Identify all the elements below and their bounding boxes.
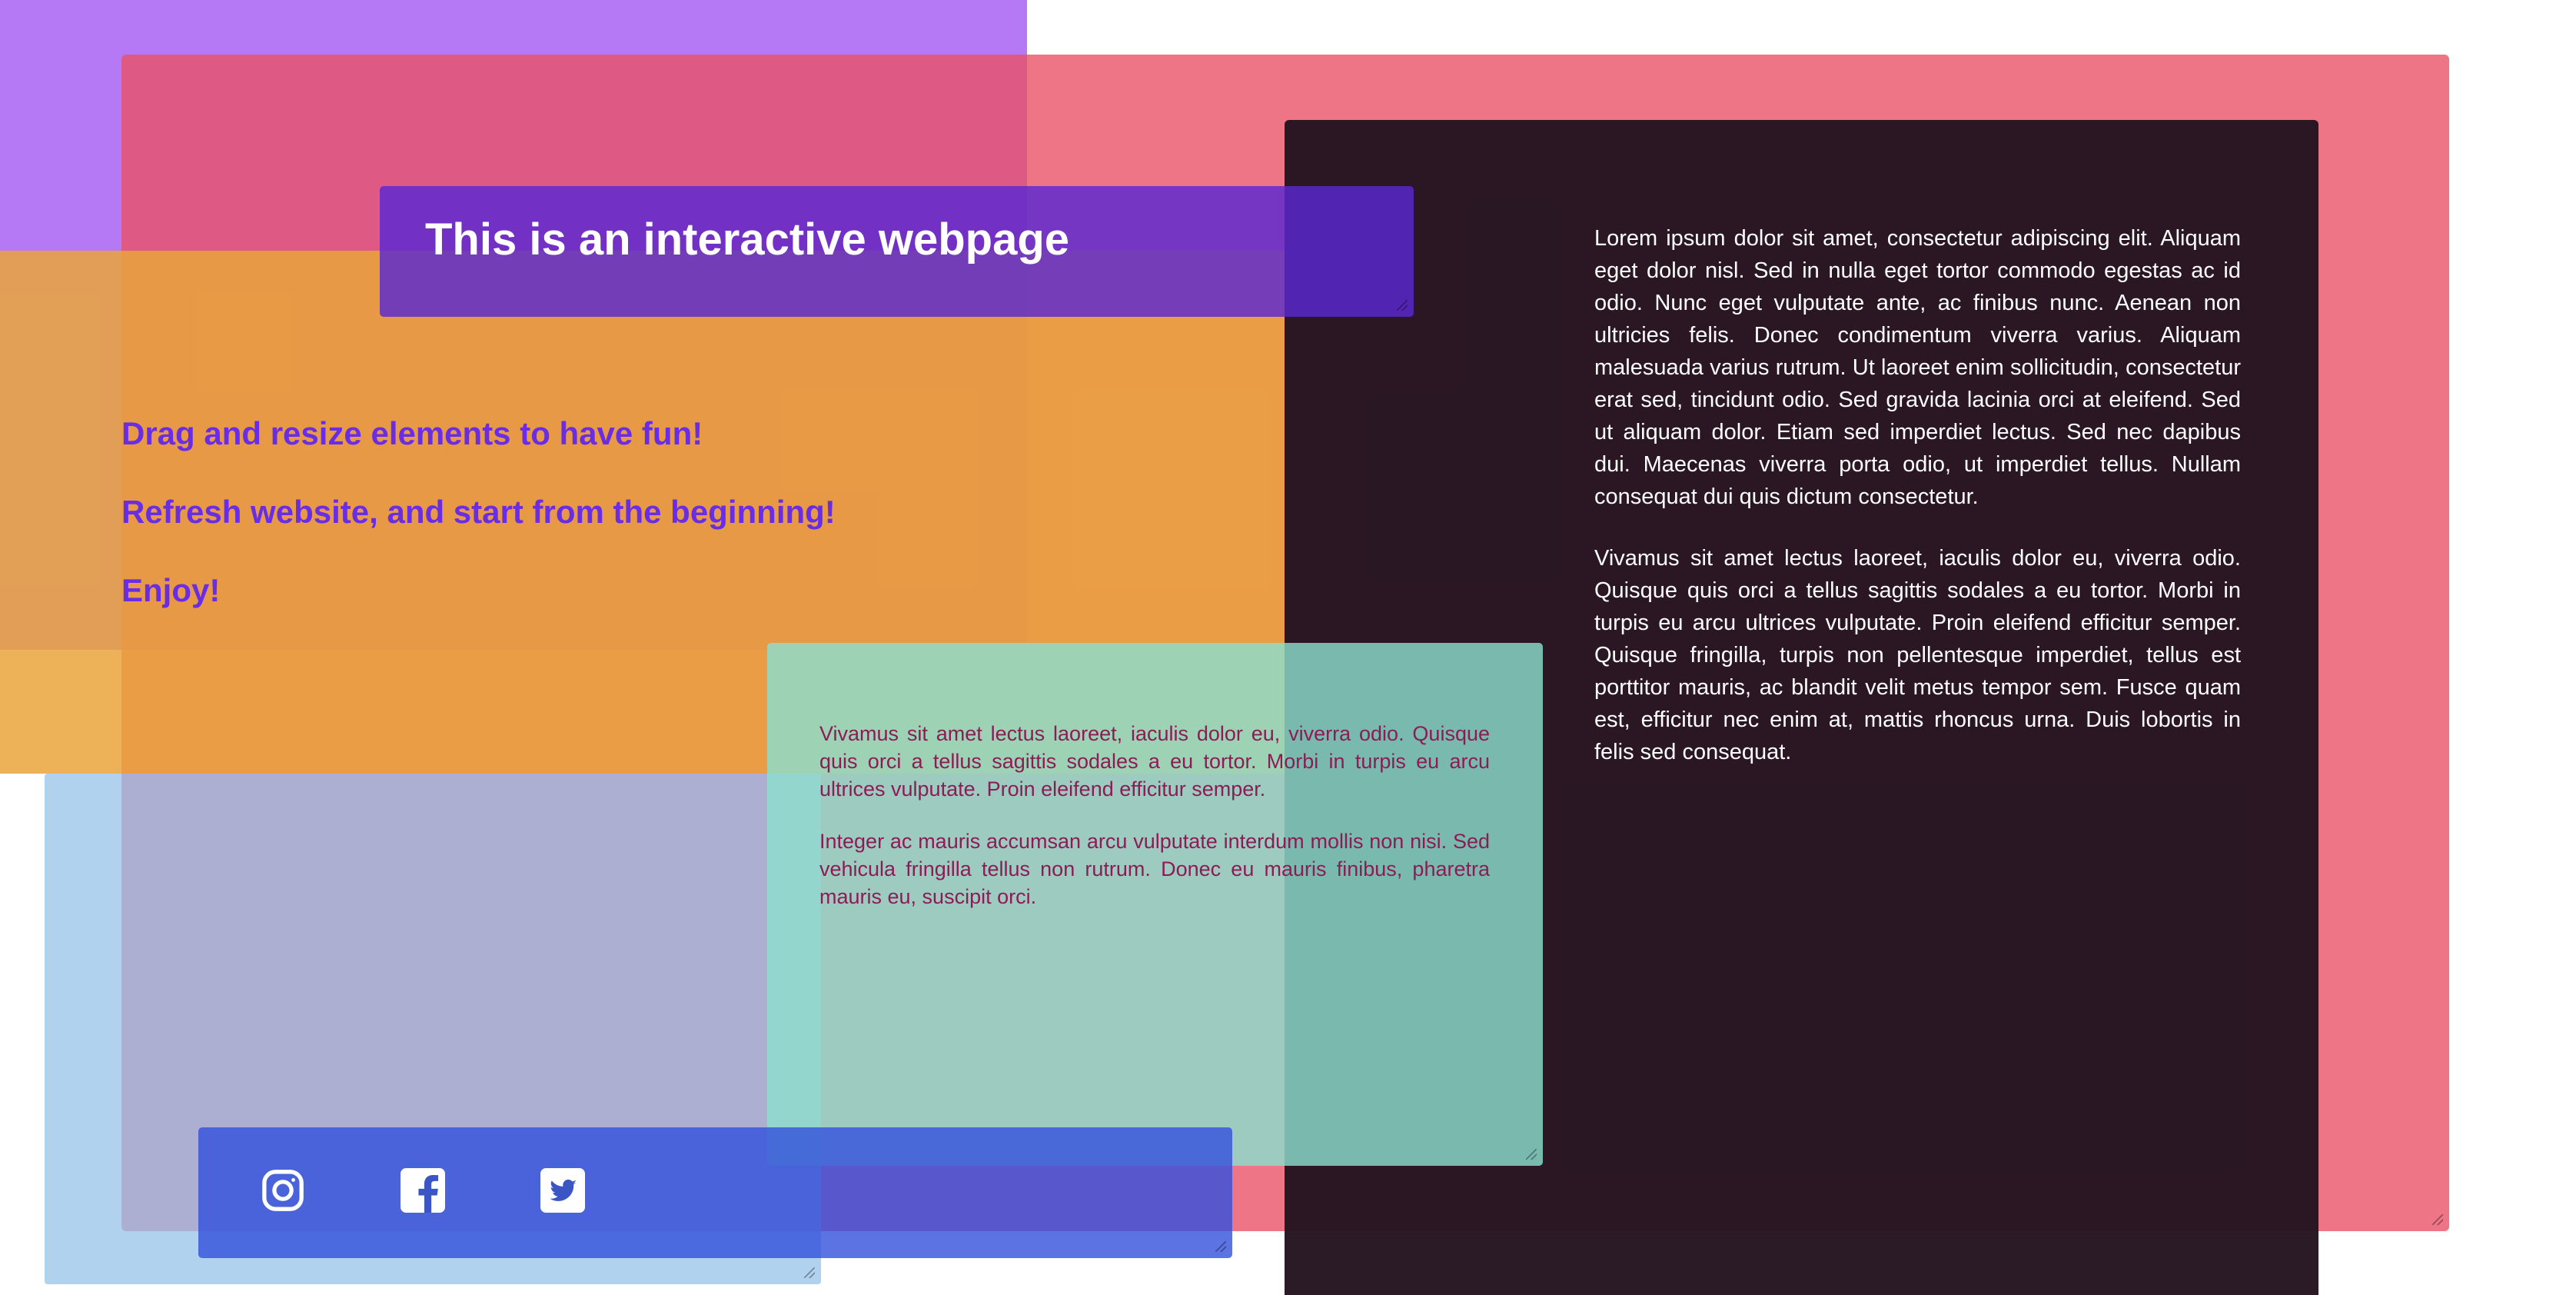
page-title: This is an interactive webpage: [425, 215, 1070, 265]
dark-panel-paragraph: Vivamus sit amet lectus laoreet, iaculis…: [1594, 546, 2241, 764]
resize-handle-icon[interactable]: [804, 1267, 815, 1278]
resize-handle-icon[interactable]: [1215, 1241, 1226, 1252]
dark-panel-paragraph: Lorem ipsum dolor sit amet, consectetur …: [1594, 226, 2241, 509]
facebook-icon[interactable]: [384, 1152, 461, 1229]
resize-handle-icon[interactable]: [1397, 300, 1408, 311]
tagline-refresh: Refresh website, and start from the begi…: [121, 494, 836, 530]
social-links-bar[interactable]: [198, 1127, 1232, 1258]
resize-handle-icon[interactable]: [1526, 1149, 1537, 1160]
teal-panel-paragraph: Vivamus sit amet lectus laoreet, iaculis…: [819, 722, 1490, 801]
instagram-icon[interactable]: [244, 1152, 321, 1229]
title-panel[interactable]: This is an interactive webpage: [380, 186, 1414, 317]
teal-panel-paragraph: Integer ac mauris accumsan arcu vulputat…: [819, 830, 1490, 908]
twitter-icon[interactable]: [524, 1152, 601, 1229]
tagline-enjoy: Enjoy!: [121, 572, 221, 608]
teal-text-panel[interactable]: Vivamus sit amet lectus laoreet, iaculis…: [767, 643, 1543, 1166]
tagline-drag: Drag and resize elements to have fun!: [121, 415, 703, 451]
resize-handle-icon[interactable]: [2432, 1214, 2443, 1225]
